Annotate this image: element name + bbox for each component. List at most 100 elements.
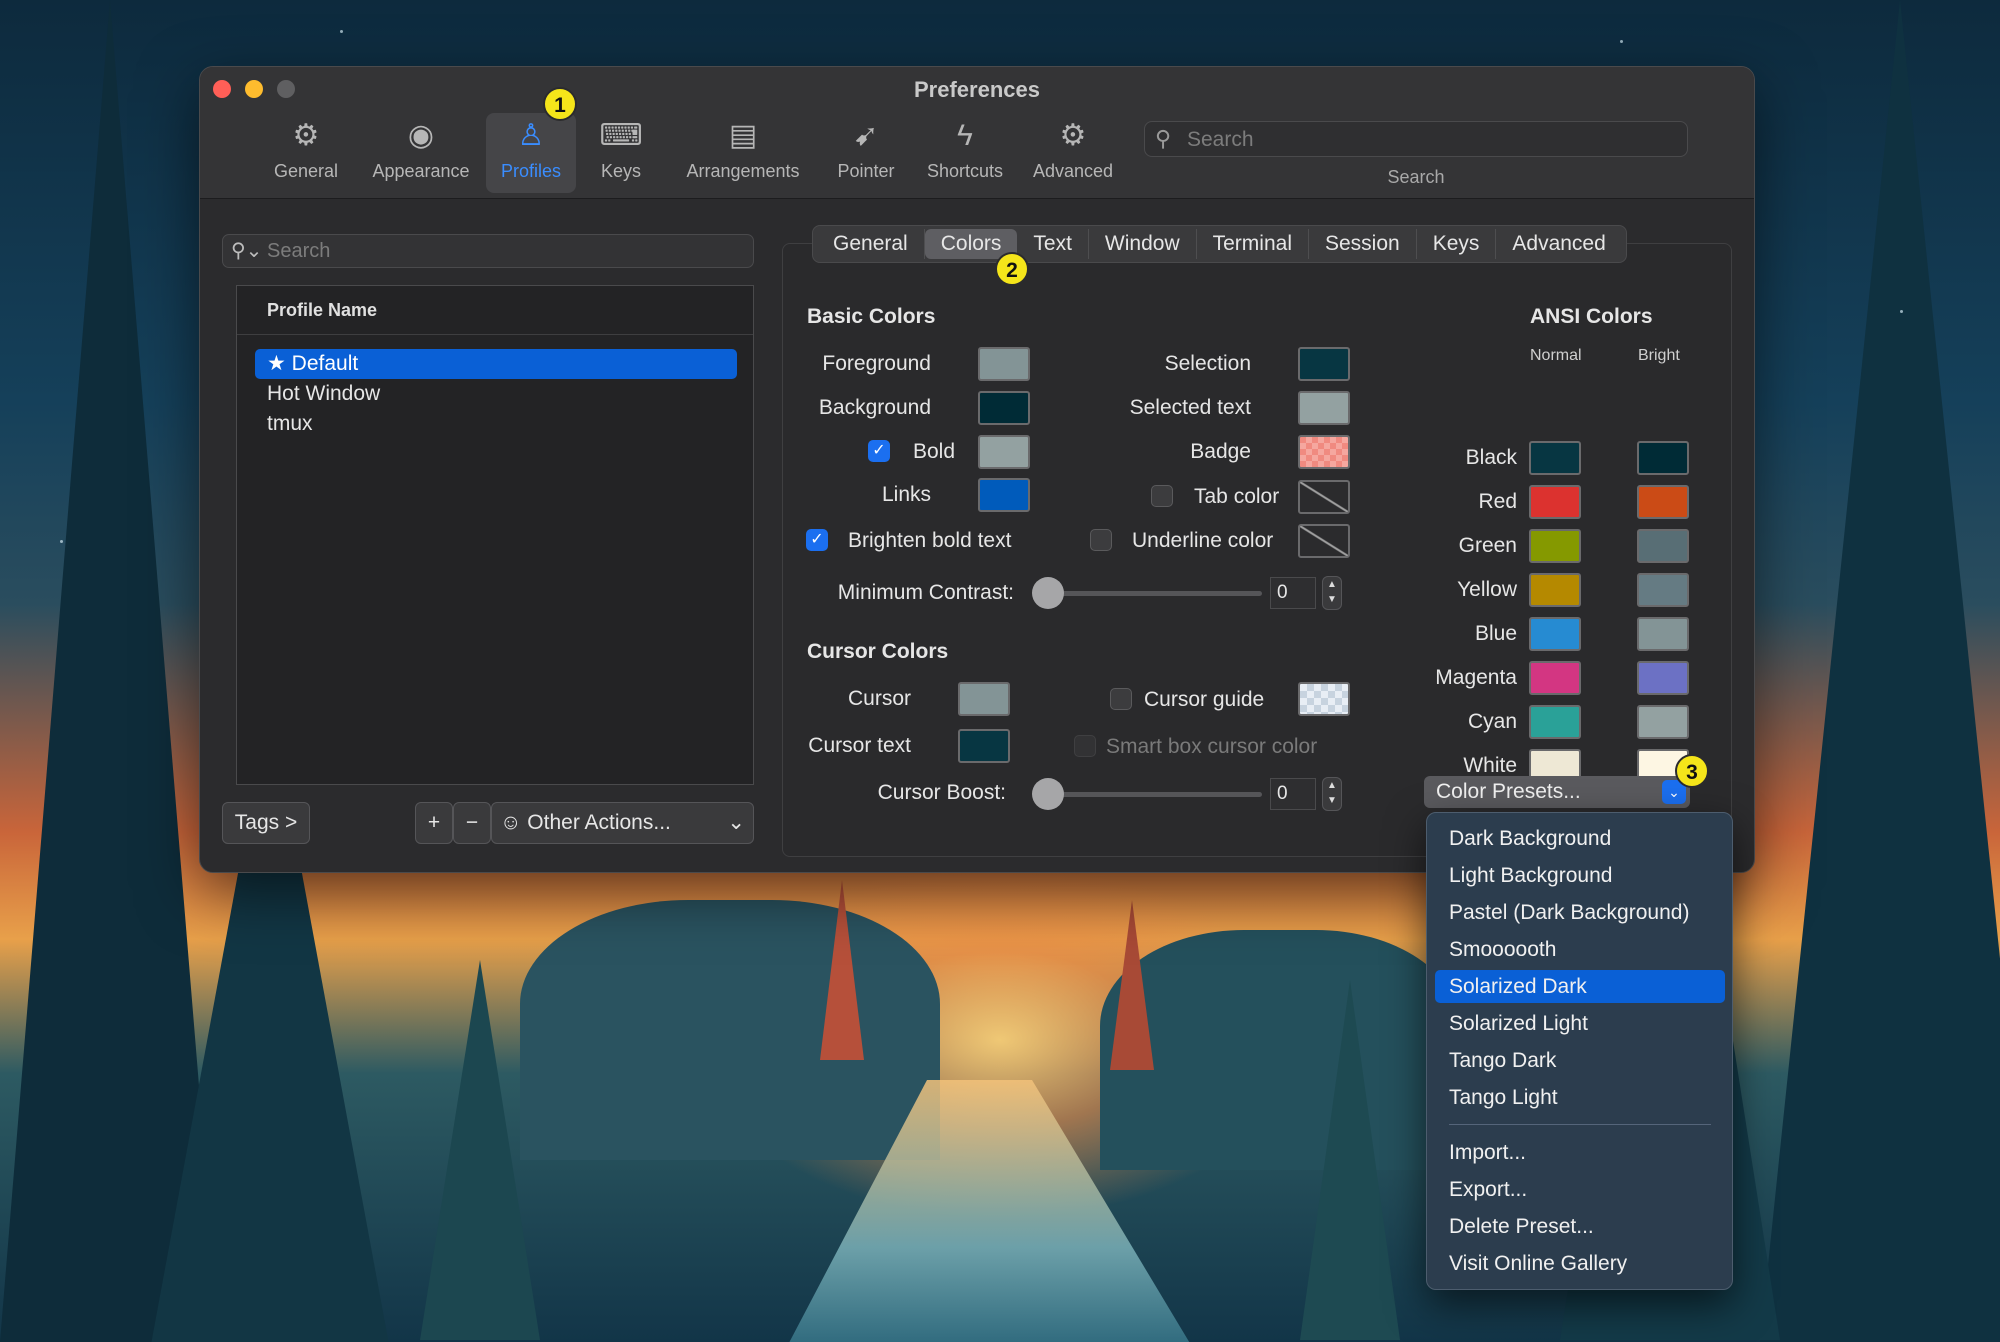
profile-list: Profile Name ★ Default Hot Window tmux	[236, 285, 754, 785]
tab-text[interactable]: Text	[1017, 229, 1089, 259]
star	[340, 30, 343, 33]
tab-color-swatch[interactable]	[1298, 480, 1350, 514]
cursor-boost-stepper[interactable]: ▲ ▼	[1322, 777, 1342, 811]
ansi-bright-magenta-swatch[interactable]	[1637, 661, 1689, 695]
background-label: Background	[818, 396, 931, 419]
star	[1620, 40, 1623, 43]
menu-item-import[interactable]: Import...	[1435, 1136, 1725, 1169]
tags-button[interactable]: Tags >	[222, 802, 310, 844]
color-presets-dropdown[interactable]: Color Presets... ⌄	[1424, 776, 1690, 808]
toolbar-shortcuts[interactable]: ϟ Shortcuts	[920, 113, 1010, 193]
ansi-normal-header: Normal	[1530, 347, 1582, 364]
search-placeholder: Search	[267, 240, 331, 262]
star	[60, 540, 63, 543]
preferences-window: Preferences ⚙ General ◉ Appearance ♙ Pro…	[199, 66, 1755, 873]
menu-item-tango-dark[interactable]: Tango Dark	[1435, 1044, 1725, 1077]
menu-item-solarized-dark[interactable]: Solarized Dark	[1435, 970, 1725, 1003]
mountain	[1100, 930, 1460, 1170]
minimum-contrast-stepper[interactable]: ▲ ▼	[1322, 576, 1342, 610]
minimum-contrast-track[interactable]	[1048, 591, 1262, 596]
ansi-normal-blue-swatch[interactable]	[1529, 617, 1581, 651]
toolbar-general[interactable]: ⚙ General	[268, 113, 344, 193]
pine-tree	[1300, 980, 1400, 1340]
smart-box-cursor-checkbox[interactable]	[1074, 735, 1096, 757]
ansi-bright-cyan-swatch[interactable]	[1637, 705, 1689, 739]
ansi-normal-black-swatch[interactable]	[1529, 441, 1581, 475]
menu-item-solarized-light[interactable]: Solarized Light	[1435, 1007, 1725, 1040]
pine-tree	[1110, 900, 1154, 1070]
underline-color-swatch[interactable]	[1298, 524, 1350, 558]
tab-session[interactable]: Session	[1309, 229, 1417, 259]
tab-color-checkbox[interactable]	[1151, 485, 1173, 507]
menu-item-dark-background[interactable]: Dark Background	[1435, 822, 1725, 855]
background-swatch[interactable]	[978, 391, 1030, 425]
cursor-boost-field[interactable]: 0	[1270, 778, 1316, 810]
star-icon: ★	[267, 352, 286, 375]
pine-tree	[820, 880, 864, 1060]
ansi-normal-cyan-swatch[interactable]	[1529, 705, 1581, 739]
cursor-label: Cursor	[847, 687, 911, 710]
selection-swatch[interactable]	[1298, 347, 1350, 381]
pointer-icon: ➹	[853, 119, 879, 152]
brighten-bold-checkbox[interactable]: ✓	[806, 529, 828, 551]
cursor-boost-label: Cursor Boost:	[877, 781, 1006, 804]
ansi-bright-yellow-swatch[interactable]	[1637, 573, 1689, 607]
minimum-contrast-knob[interactable]	[1032, 577, 1064, 609]
profile-row-default[interactable]: ★ Default	[255, 349, 737, 379]
ansi-normal-magenta-swatch[interactable]	[1529, 661, 1581, 695]
toolbar-keys[interactable]: ⌨ Keys	[590, 113, 652, 193]
profile-row-hot-window[interactable]: Hot Window	[255, 379, 737, 409]
ansi-normal-red-swatch[interactable]	[1529, 485, 1581, 519]
cursor-boost-knob[interactable]	[1032, 778, 1064, 810]
menu-item-pastel[interactable]: Pastel (Dark Background)	[1435, 896, 1725, 929]
toolbar-label: Pointer	[837, 161, 895, 181]
tab-general[interactable]: General	[817, 229, 925, 259]
tab-terminal[interactable]: Terminal	[1197, 229, 1309, 259]
bold-checkbox[interactable]: ✓	[868, 440, 890, 462]
other-actions-dropdown[interactable]: ☺ Other Actions... ⌄	[491, 802, 754, 844]
menu-item-smoooooth[interactable]: Smoooooth	[1435, 933, 1725, 966]
toolbar-arrangements[interactable]: ▤ Arrangements	[680, 113, 806, 193]
cursor-boost-track[interactable]	[1048, 792, 1262, 797]
toolbar-label: Arrangements	[686, 161, 800, 181]
add-profile-button[interactable]: +	[415, 802, 453, 844]
profile-search-input[interactable]: ⚲⌄ Search	[222, 234, 754, 268]
smiley-icon: ☺	[500, 811, 522, 834]
toolbar-profiles[interactable]: ♙ Profiles	[486, 113, 576, 193]
cursor-guide-checkbox[interactable]	[1110, 688, 1132, 710]
basic-colors-title: Basic Colors	[807, 305, 936, 328]
tab-window[interactable]: Window	[1089, 229, 1197, 259]
menu-item-visit-gallery[interactable]: Visit Online Gallery	[1435, 1247, 1725, 1280]
toolbar-appearance[interactable]: ◉ Appearance	[364, 113, 478, 193]
color-presets-label: Color Presets...	[1436, 780, 1581, 803]
menu-item-export[interactable]: Export...	[1435, 1173, 1725, 1206]
bold-swatch[interactable]	[978, 435, 1030, 469]
cursor-text-swatch[interactable]	[958, 729, 1010, 763]
menu-item-light-background[interactable]: Light Background	[1435, 859, 1725, 892]
underline-color-checkbox[interactable]	[1090, 529, 1112, 551]
search-icon: ⚲⌄	[231, 240, 263, 262]
ansi-normal-yellow-swatch[interactable]	[1529, 573, 1581, 607]
ansi-bright-red-swatch[interactable]	[1637, 485, 1689, 519]
toolbar-advanced[interactable]: ⚙ Advanced	[1028, 113, 1118, 193]
tab-advanced[interactable]: Advanced	[1496, 229, 1621, 259]
menu-item-tango-light[interactable]: Tango Light	[1435, 1081, 1725, 1114]
cursor-guide-swatch[interactable]	[1298, 682, 1350, 716]
profile-row-tmux[interactable]: tmux	[255, 409, 737, 439]
menu-item-delete-preset[interactable]: Delete Preset...	[1435, 1210, 1725, 1243]
ansi-bright-black-swatch[interactable]	[1637, 441, 1689, 475]
foreground-swatch[interactable]	[978, 347, 1030, 381]
ansi-normal-green-swatch[interactable]	[1529, 529, 1581, 563]
badge-swatch[interactable]	[1298, 435, 1350, 469]
remove-profile-button[interactable]: −	[453, 802, 491, 844]
ansi-bright-blue-swatch[interactable]	[1637, 617, 1689, 651]
minimum-contrast-field[interactable]: 0	[1270, 577, 1316, 609]
toolbar-pointer[interactable]: ➹ Pointer	[832, 113, 900, 193]
toolbar-search-input[interactable]: ⚲ Search	[1144, 121, 1688, 157]
tab-keys[interactable]: Keys	[1417, 229, 1497, 259]
color-presets-menu: Dark Background Light Background Pastel …	[1426, 812, 1733, 1290]
cursor-swatch[interactable]	[958, 682, 1010, 716]
selected-text-swatch[interactable]	[1298, 391, 1350, 425]
links-swatch[interactable]	[978, 478, 1030, 512]
ansi-bright-green-swatch[interactable]	[1637, 529, 1689, 563]
